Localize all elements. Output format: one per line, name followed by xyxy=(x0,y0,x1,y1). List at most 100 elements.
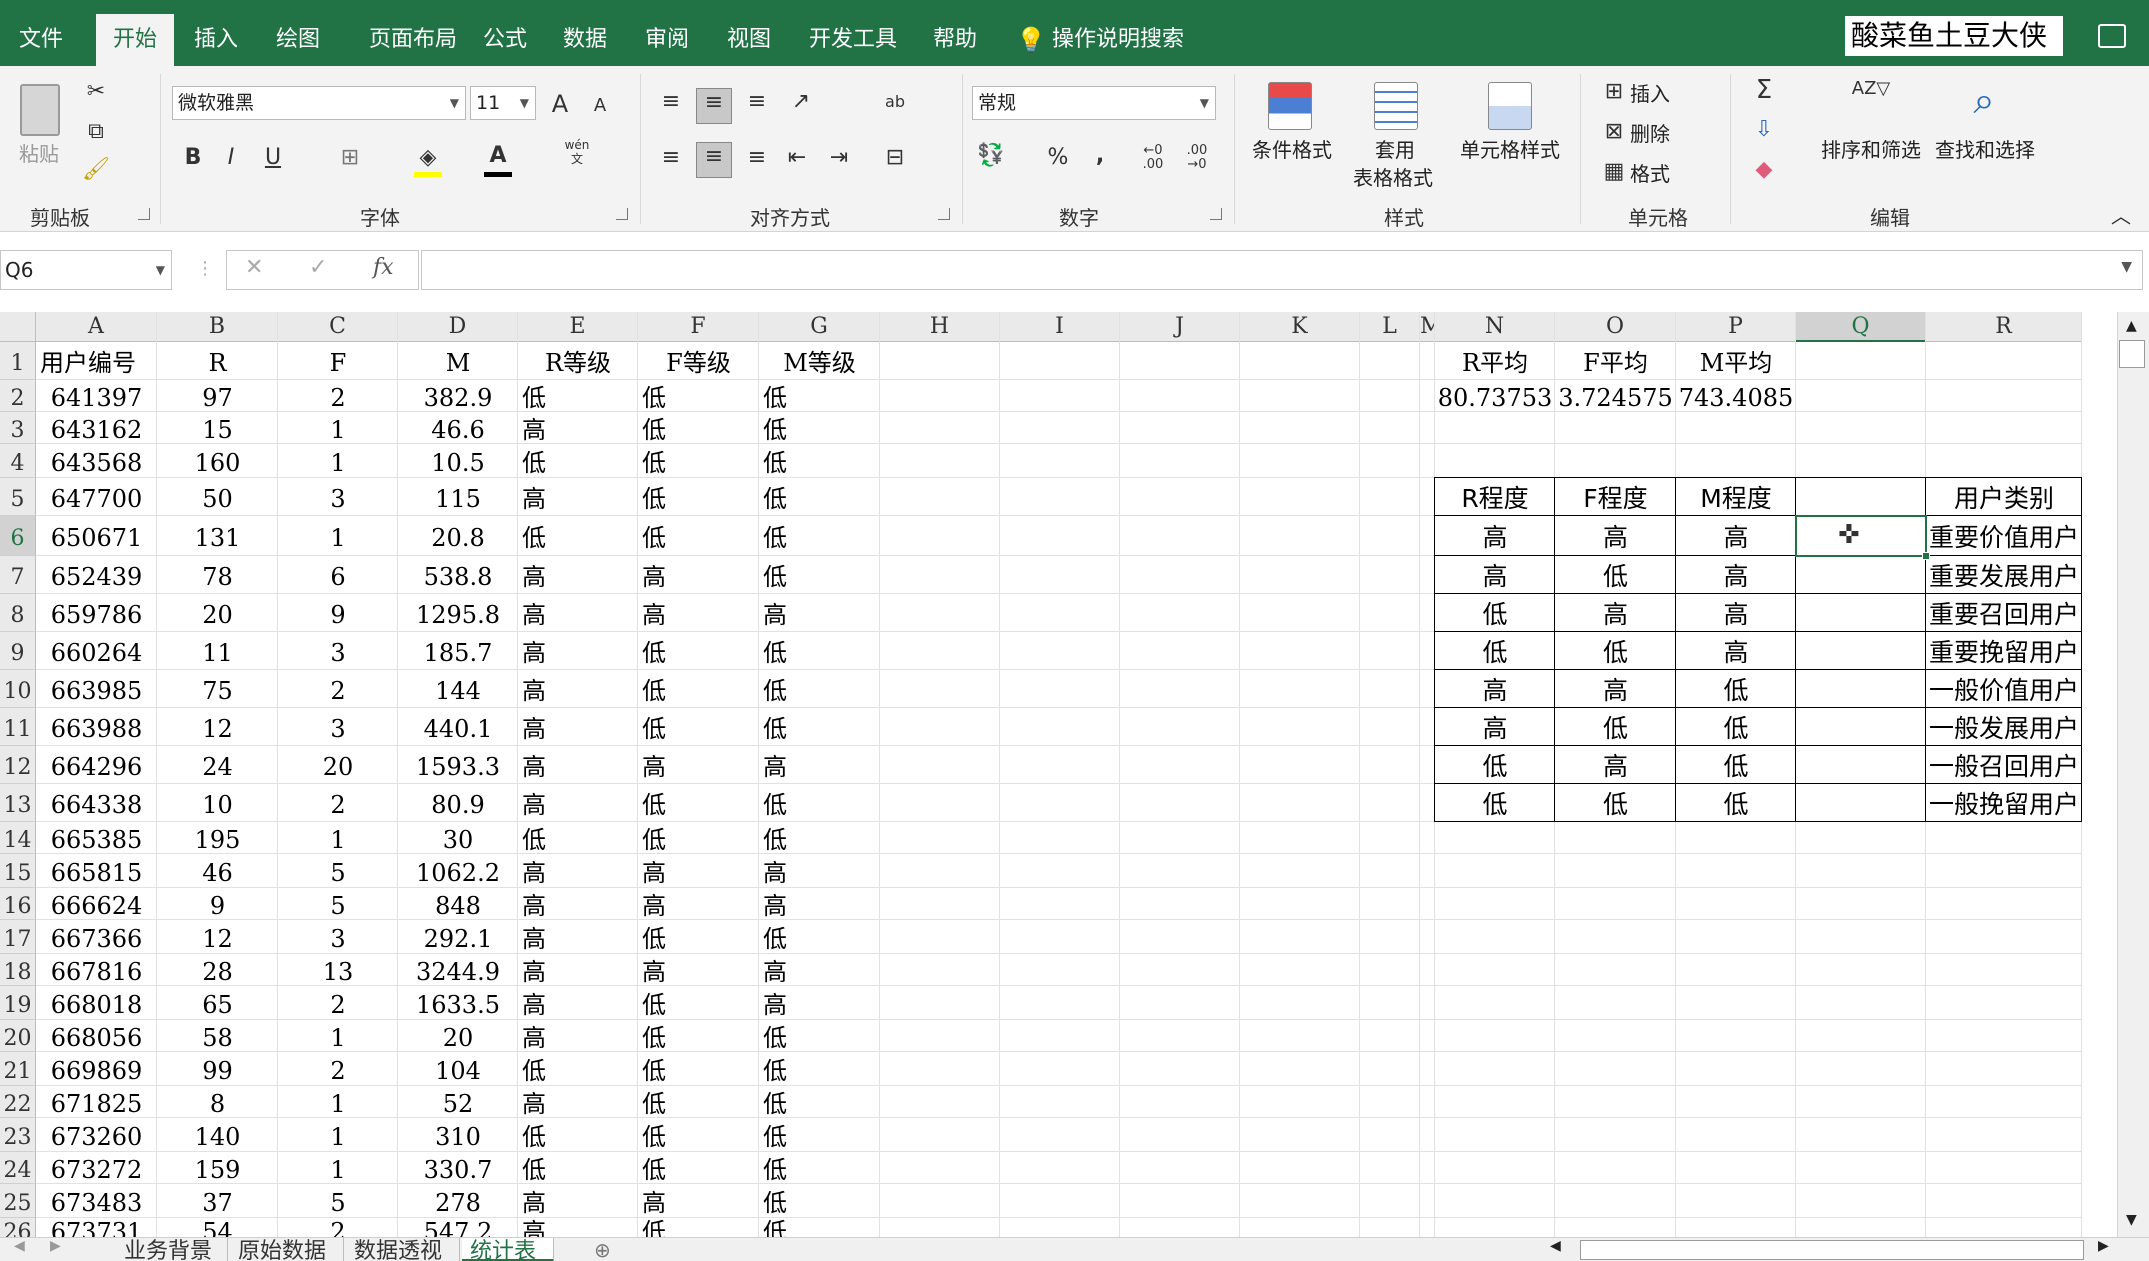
collapse-ribbon-icon[interactable]: ︿ xyxy=(2106,202,2136,230)
rule-cell[interactable]: 低 xyxy=(1555,556,1676,594)
data-cell[interactable]: 10 xyxy=(157,784,278,822)
data-cell[interactable]: 3 xyxy=(278,632,398,670)
row-header-10[interactable]: 10 xyxy=(0,670,36,708)
rule-cell[interactable]: 低 xyxy=(1435,784,1555,822)
data-cell[interactable]: 低 xyxy=(759,444,880,478)
data-cell[interactable]: 低 xyxy=(518,380,638,412)
data-cell[interactable]: 高 xyxy=(759,888,880,920)
data-cell[interactable]: 1 xyxy=(278,516,398,556)
data-cell[interactable]: 低 xyxy=(759,822,880,854)
data-cell[interactable]: 低 xyxy=(518,516,638,556)
data-cell[interactable]: 65 xyxy=(157,986,278,1020)
data-cell[interactable]: 660264 xyxy=(36,632,157,670)
data-cell[interactable]: 663985 xyxy=(36,670,157,708)
format-cells-button[interactable]: 格式 xyxy=(1630,158,1680,187)
column-header-d[interactable]: D xyxy=(398,312,518,342)
header-cell[interactable]: M xyxy=(398,342,518,380)
rule-cell[interactable]: 一般召回用户 xyxy=(1926,746,2082,784)
rule-cell[interactable]: 低 xyxy=(1676,784,1796,822)
data-cell[interactable]: 高 xyxy=(518,478,638,516)
data-cell[interactable]: 665815 xyxy=(36,854,157,888)
number-launcher-icon[interactable] xyxy=(1210,208,1222,220)
rule-cell[interactable]: 高 xyxy=(1555,670,1676,708)
data-cell[interactable]: 低 xyxy=(759,516,880,556)
insert-function-icon[interactable]: fx xyxy=(373,255,394,280)
data-cell[interactable]: 低 xyxy=(638,1086,759,1118)
font-color-icon[interactable]: A xyxy=(484,142,512,170)
data-cell[interactable]: 440.1 xyxy=(398,708,518,746)
data-cell[interactable]: 低 xyxy=(759,1184,880,1218)
rule-cell[interactable]: 高 xyxy=(1676,632,1796,670)
worksheet-grid[interactable]: A B C D E F G H I J K L M N O P Q R 1 2 3 4 5 6 7 8 9 10 11 12 13 14 15 1… xyxy=(0,312,2149,1242)
data-cell[interactable]: 3 xyxy=(278,708,398,746)
row-header-25[interactable]: 25 xyxy=(0,1184,36,1218)
delete-cells-button[interactable]: 删除 xyxy=(1630,118,1680,147)
data-cell[interactable]: 5 xyxy=(278,888,398,920)
data-cell[interactable]: 28 xyxy=(157,954,278,986)
select-all-corner[interactable] xyxy=(0,312,36,342)
fill-handle[interactable] xyxy=(1922,552,1930,560)
rule-cell[interactable] xyxy=(1796,632,1926,670)
data-cell[interactable]: 高 xyxy=(638,888,759,920)
data-cell[interactable]: 高 xyxy=(518,888,638,920)
italic-button[interactable]: I xyxy=(218,144,244,172)
avg-value-cell[interactable]: 743.4085 xyxy=(1676,380,1796,412)
data-cell[interactable]: 330.7 xyxy=(398,1152,518,1184)
sort-filter-button[interactable]: 排序和筛选 xyxy=(1816,134,1926,163)
data-cell[interactable]: 20 xyxy=(398,1020,518,1052)
data-cell[interactable]: 667816 xyxy=(36,954,157,986)
column-header-q[interactable]: Q xyxy=(1796,312,1926,342)
column-header-i[interactable]: I xyxy=(1000,312,1120,342)
row-header-20[interactable]: 20 xyxy=(0,1020,36,1052)
data-cell[interactable]: 高 xyxy=(518,954,638,986)
tab-home[interactable]: 开始 xyxy=(96,14,174,66)
active-cell-q6[interactable] xyxy=(1795,515,1927,557)
scroll-right-icon[interactable]: ▶ xyxy=(2098,1238,2109,1254)
header-cell[interactable]: 用户编号 xyxy=(36,342,157,380)
data-cell[interactable]: 650671 xyxy=(36,516,157,556)
comma-style-button[interactable]: , xyxy=(1086,142,1114,170)
increase-decimal-icon[interactable]: ←0.00 xyxy=(1136,144,1170,172)
row-header-11[interactable]: 11 xyxy=(0,708,36,746)
data-cell[interactable]: 低 xyxy=(759,1020,880,1052)
data-cell[interactable]: 高 xyxy=(638,746,759,784)
data-cell[interactable]: 195 xyxy=(157,822,278,854)
scroll-down-icon[interactable]: ▼ xyxy=(2126,1212,2137,1228)
data-cell[interactable]: 高 xyxy=(518,670,638,708)
row-header-19[interactable]: 19 xyxy=(0,986,36,1020)
data-cell[interactable]: 1593.3 xyxy=(398,746,518,784)
row-header-7[interactable]: 7 xyxy=(0,556,36,594)
rule-cell[interactable]: 高 xyxy=(1555,516,1676,556)
data-cell[interactable]: 高 xyxy=(518,746,638,784)
data-cell[interactable]: 10.5 xyxy=(398,444,518,478)
data-cell[interactable]: 低 xyxy=(638,632,759,670)
enter-icon[interactable]: ✓ xyxy=(309,255,327,280)
vertical-scroll-thumb[interactable] xyxy=(2119,340,2145,368)
data-cell[interactable]: 低 xyxy=(638,380,759,412)
wrap-text-icon[interactable]: ab xyxy=(880,88,910,116)
format-as-table-icon[interactable] xyxy=(1374,82,1418,130)
data-cell[interactable]: 666624 xyxy=(36,888,157,920)
rule-cell[interactable]: 低 xyxy=(1676,708,1796,746)
data-cell[interactable]: 低 xyxy=(638,986,759,1020)
data-cell[interactable]: 低 xyxy=(638,822,759,854)
font-name-dropdown[interactable]: 微软雅黑 ▼ xyxy=(172,86,466,120)
name-box[interactable]: Q6 ▼ xyxy=(0,250,172,290)
data-cell[interactable]: 20 xyxy=(278,746,398,784)
data-cell[interactable]: 高 xyxy=(759,854,880,888)
data-cell[interactable]: 1295.8 xyxy=(398,594,518,632)
row-header-24[interactable]: 24 xyxy=(0,1152,36,1184)
vertical-scrollbar[interactable]: ▲ ▼ xyxy=(2117,312,2149,1242)
cell-styles-icon[interactable] xyxy=(1488,82,1532,130)
avg-header-cell[interactable]: R平均 xyxy=(1435,342,1555,380)
data-cell[interactable]: 低 xyxy=(638,1118,759,1152)
row-header-14[interactable]: 14 xyxy=(0,822,36,854)
rule-cell[interactable]: 低 xyxy=(1435,632,1555,670)
data-cell[interactable]: 2 xyxy=(278,784,398,822)
data-cell[interactable]: 24 xyxy=(157,746,278,784)
data-cell[interactable]: 高 xyxy=(518,854,638,888)
data-cell[interactable]: 13 xyxy=(278,954,398,986)
header-cell[interactable]: F等级 xyxy=(638,342,759,380)
column-header-e[interactable]: E xyxy=(518,312,638,342)
merge-center-icon[interactable]: ⊟ xyxy=(880,144,910,172)
